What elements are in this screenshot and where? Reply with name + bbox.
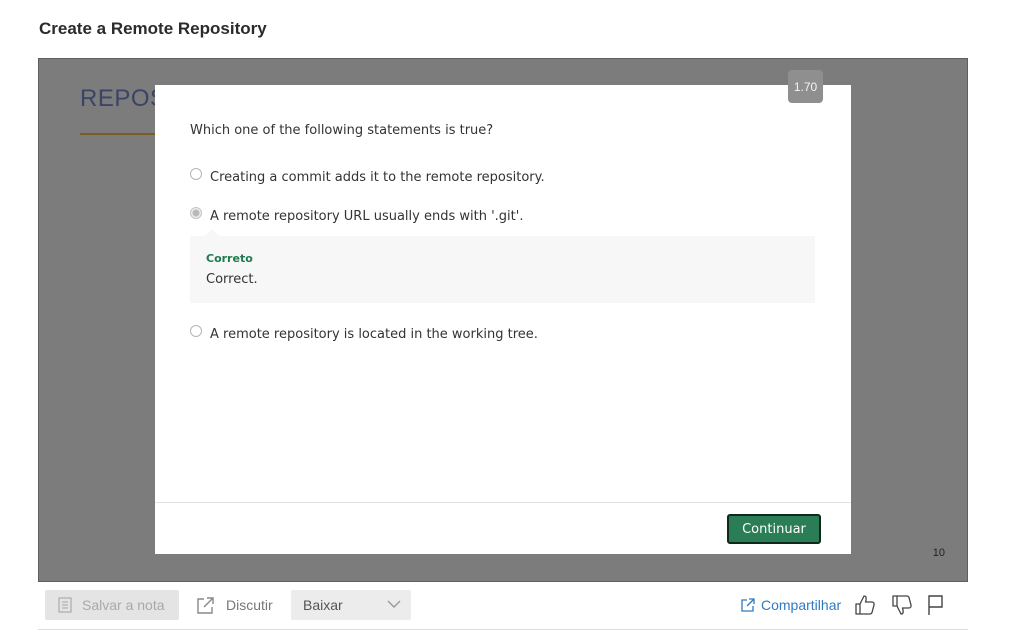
playback-speed-badge[interactable]: 1.70 [788, 70, 823, 103]
radio-button[interactable] [190, 168, 202, 180]
thumbs-up-button[interactable] [853, 593, 877, 617]
discuss-label: Discutir [226, 597, 273, 613]
radio-button[interactable] [190, 325, 202, 337]
quiz-option-2[interactable]: A remote repository URL usually ends wit… [190, 207, 524, 224]
quiz-modal: Which one of the following statements is… [155, 85, 851, 554]
quiz-modal-footer: Continuar [155, 502, 851, 554]
quiz-option-3[interactable]: A remote repository is located in the wo… [190, 325, 538, 342]
quiz-option-label: A remote repository URL usually ends wit… [210, 209, 524, 224]
page-title: Create a Remote Repository [39, 19, 267, 38]
share-link[interactable]: Compartilhar [741, 593, 841, 617]
chevron-down-icon [387, 600, 401, 608]
share-label: Compartilhar [761, 597, 842, 613]
continue-button[interactable]: Continuar [727, 514, 821, 544]
quiz-option-1[interactable]: Creating a commit adds it to the remote … [190, 168, 545, 185]
save-note-button[interactable]: Salvar a nota [45, 590, 179, 620]
slide-page-number: 10 [932, 547, 945, 559]
quiz-option-label: Creating a commit adds it to the remote … [210, 170, 545, 185]
thumbs-down-icon [892, 595, 912, 615]
report-flag-button[interactable] [924, 593, 948, 617]
lecture-toolbar: Salvar a nota Discutir Baixar Compartilh… [38, 590, 968, 630]
note-icon [58, 597, 72, 613]
radio-button-selected[interactable] [190, 207, 202, 219]
thumbs-down-button[interactable] [890, 593, 914, 617]
discuss-button[interactable]: Discutir [196, 590, 273, 620]
share-icon [741, 598, 755, 612]
save-note-label: Salvar a nota [82, 597, 165, 613]
feedback-text: Correct. [206, 272, 258, 287]
quiz-question: Which one of the following statements is… [190, 123, 494, 138]
quiz-option-label: A remote repository is located in the wo… [210, 327, 538, 342]
flag-icon [928, 595, 943, 615]
feedback-status: Correto [206, 252, 253, 265]
answer-feedback: Correto Correct. [190, 229, 815, 303]
download-dropdown[interactable]: Baixar [291, 590, 411, 620]
thumbs-up-icon [855, 595, 875, 615]
download-label: Baixar [303, 597, 343, 613]
external-link-icon [197, 596, 214, 614]
feedback-pointer [205, 229, 219, 236]
